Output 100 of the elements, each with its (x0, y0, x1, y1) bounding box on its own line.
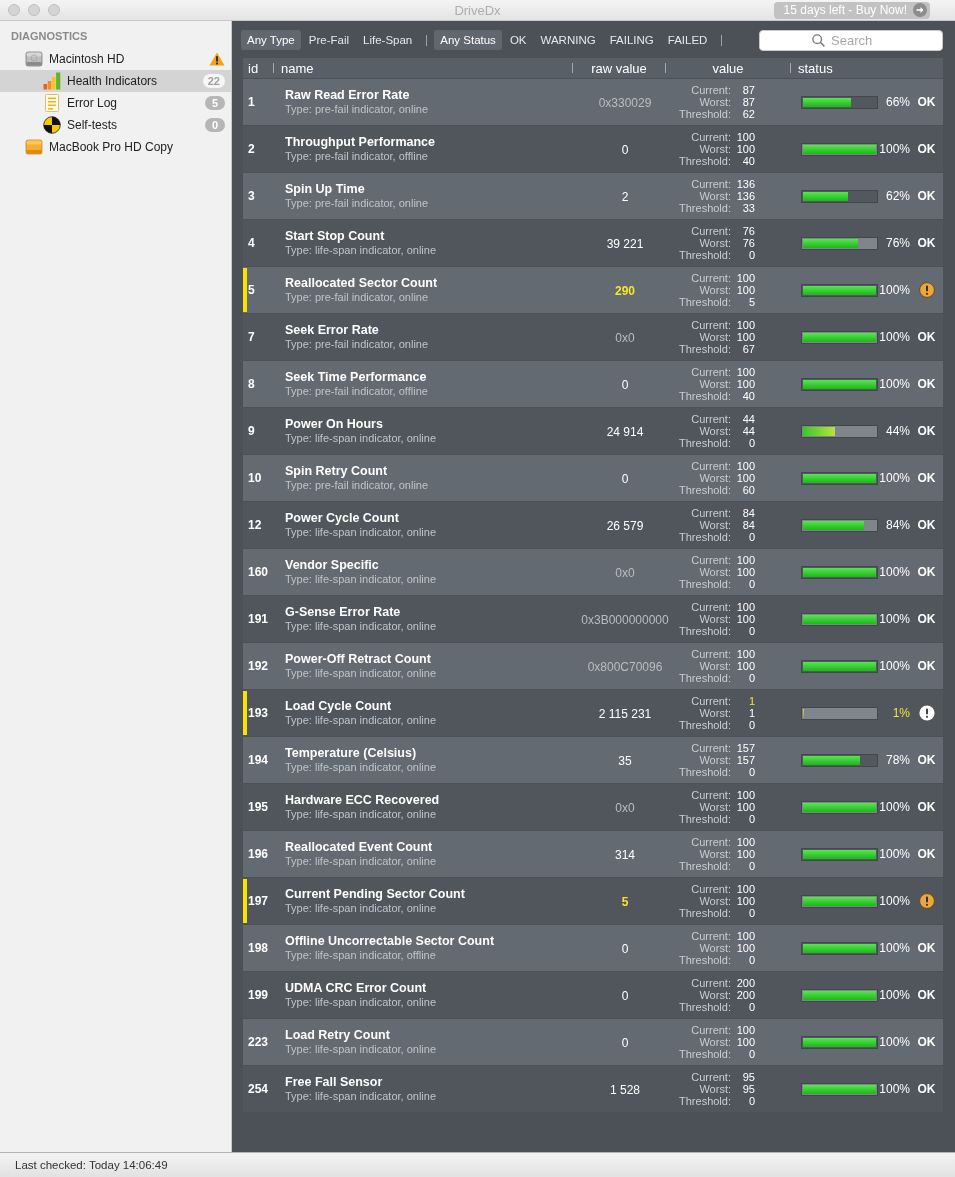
value-number: 200 (735, 989, 755, 1001)
raw-value: 314 (615, 848, 635, 862)
value-number: 100 (735, 331, 755, 343)
value-label: Current: (690, 1071, 731, 1083)
attribute-id: 8 (248, 377, 255, 391)
column-header[interactable]: id (243, 60, 273, 76)
table-row[interactable]: 223 Load Retry Count Type: life-span indicator, online 0 Current: 100 Worst: 100 Threshold: 0 100% OK (243, 1019, 943, 1065)
value-label: Worst: (698, 284, 731, 296)
filter-button[interactable]: Life-Span (357, 30, 419, 50)
value-number: 0 (747, 249, 755, 261)
value-label: Current: (690, 695, 731, 707)
value-label: Current: (690, 225, 731, 237)
attribute-type: Type: life-span indicator, online (285, 244, 438, 257)
attribute-name: Spin Retry Count (285, 464, 389, 479)
value-label: Current: (690, 178, 731, 190)
table-row[interactable]: 254 Free Fall Sensor Type: life-span indicator, online 1 528 Current: 95 Worst: 95 Threshold: 0 100% OK (243, 1066, 943, 1112)
table-row[interactable]: 197 Current Pending Sector Count Type: life-span indicator, online 5 Current: 100 Worst: 100 Threshold: 0 100% (243, 878, 943, 924)
column-header[interactable]: status (791, 60, 833, 76)
attribute-type: Type: life-span indicator, online (285, 1090, 438, 1103)
sidebar-item[interactable]: Macintosh HD (0, 48, 231, 70)
table-row[interactable]: 199 UDMA CRC Error Count Type: life-span indicator, online 0 Current: 200 Worst: 200 Threshold: 0 100% OK (243, 972, 943, 1018)
raw-value: 1 528 (610, 1083, 640, 1097)
search-field[interactable]: Search (759, 29, 943, 51)
status-label: OK (917, 95, 936, 109)
table-row[interactable]: 9 Power On Hours Type: life-span indicator, online 24 914 Current: 44 Worst: 44 Threshold: 0 44% OK (243, 408, 943, 454)
table-row[interactable]: 12 Power Cycle Count Type: life-span indicator, online 26 579 Current: 84 Worst: 84 Threshold: 0 84% OK (243, 502, 943, 548)
close-button[interactable] (8, 4, 20, 16)
filter-button[interactable]: OK (503, 30, 533, 50)
filter-button[interactable]: Any Status (434, 30, 502, 50)
attribute-id: 254 (248, 1082, 269, 1096)
value-number: 0 (747, 719, 755, 731)
value-label: Current: (690, 648, 731, 660)
value-label: Threshold: (678, 766, 731, 778)
value-number: 100 (735, 895, 755, 907)
table-row[interactable]: 7 Seek Error Rate Type: pre-fail indicator, online 0x0 Current: 100 Worst: 100 Threshold: 67 100% OK (243, 314, 943, 360)
value-label: Current: (690, 601, 731, 613)
value-number: 100 (735, 801, 755, 813)
status-label: OK (917, 1035, 936, 1049)
attribute-type: Type: life-span indicator, online (285, 902, 438, 915)
value-label: Threshold: (678, 390, 731, 402)
value-label: Current: (690, 836, 731, 848)
table-row[interactable]: 2 Throughput Performance Type: pre-fail indicator, offline 0 Current: 100 Worst: 100 Threshold: 40 100% OK (243, 126, 943, 172)
health-percent: 100% (878, 800, 910, 814)
table-row[interactable]: 196 Reallocated Event Count Type: life-span indicator, online 314 Current: 100 Worst: 100 Threshold: 0 100% OK (243, 831, 943, 877)
attribute-id: 199 (248, 988, 269, 1002)
column-header[interactable]: value (666, 60, 790, 76)
table-row[interactable]: 1 Raw Read Error Rate Type: pre-fail indicator, online 0x330029 Current: 87 Worst: 87 Threshold: 62 66% OK (243, 79, 943, 125)
attribute-id: 196 (248, 847, 269, 861)
filter-button[interactable]: Pre-Fail (302, 30, 355, 50)
status-label: OK (917, 847, 936, 861)
attribute-type: Type: life-span indicator, online (285, 1043, 438, 1056)
search-icon (812, 33, 825, 47)
table-row[interactable]: 160 Vendor Specific Type: life-span indicator, online 0x0 Current: 100 Worst: 100 Threshold: 0 100% OK (243, 549, 943, 595)
attribute-id: 5 (248, 283, 255, 297)
value-number: 67 (741, 343, 755, 355)
value-number: 0 (747, 813, 755, 825)
value-number: 0 (747, 1001, 755, 1013)
sidebar-item[interactable]: Error Log 5 (0, 92, 231, 114)
health-percent: 100% (878, 330, 910, 344)
column-header[interactable]: name (274, 60, 572, 76)
raw-value: 39 221 (606, 237, 644, 251)
filter-button[interactable]: FAILED (661, 30, 714, 50)
health-percent: 84% (884, 518, 910, 532)
attribute-type: Type: pre-fail indicator, offline (285, 385, 429, 398)
sidebar-item[interactable]: MacBook Pro HD Copy (0, 136, 231, 158)
raw-value: 0 (621, 989, 629, 1003)
filter-button[interactable]: FAILING (603, 30, 660, 50)
table-row[interactable]: 5 Reallocated Sector Count Type: pre-fail indicator, online 290 Current: 100 Worst: 100 Threshold: 5 100% (243, 267, 943, 313)
attribute-id: 12 (248, 518, 262, 532)
table-row[interactable]: 192 Power-Off Retract Count Type: life-span indicator, online 0x800C70096 Current: 100 Worst: 100 Threshold: 0 100% OK (243, 643, 943, 689)
table-row[interactable]: 3 Spin Up Time Type: pre-fail indicator, online 2 Current: 136 Worst: 136 Threshold: 33 62% OK (243, 173, 943, 219)
sidebar-item[interactable]: Health Indicators 22 (0, 70, 231, 92)
table-row[interactable]: 10 Spin Retry Count Type: pre-fail indicator, online 0 Current: 100 Worst: 100 Threshold: 60 100% OK (243, 455, 943, 501)
value-number: 100 (735, 789, 755, 801)
raw-value: 0x3B000000000 (581, 613, 669, 627)
last-checked-text: Last checked: Today 14:06:49 (15, 1159, 168, 1171)
attribute-name: Throughput Performance (285, 135, 436, 150)
table-row[interactable]: 4 Start Stop Count Type: life-span indicator, online 39 221 Current: 76 Worst: 76 Threshold: 0 76% OK (243, 220, 943, 266)
value-number: 60 (741, 484, 755, 496)
column-header[interactable]: raw value (573, 60, 665, 76)
table-row[interactable]: 198 Offline Uncorrectable Sector Count Type: life-span indicator, offline 0 Current: 100 Worst: 100 Threshold: 0 100% OK (243, 925, 943, 971)
status-label: OK (917, 236, 936, 250)
filter-button[interactable]: Any Type (241, 30, 301, 50)
minimize-button[interactable] (28, 4, 40, 16)
value-number: 95 (741, 1071, 755, 1083)
sidebar-item[interactable]: Self-tests 0 (0, 114, 231, 136)
raw-value: 0 (621, 1036, 629, 1050)
table-row[interactable]: 8 Seek Time Performance Type: pre-fail indicator, offline 0 Current: 100 Worst: 100 Threshold: 40 100% OK (243, 361, 943, 407)
value-number: 0 (747, 1048, 755, 1060)
value-label: Worst: (698, 472, 731, 484)
health-percent: 100% (878, 142, 910, 156)
value-number: 100 (735, 272, 755, 284)
table-row[interactable]: 195 Hardware ECC Recovered Type: life-span indicator, online 0x0 Current: 100 Worst: 100 Threshold: 0 100% OK (243, 784, 943, 830)
hard-drive-icon (25, 50, 43, 68)
filter-button[interactable]: WARNING (534, 30, 602, 50)
table-row[interactable]: 194 Temperature (Celsius) Type: life-span indicator, online 35 Current: 157 Worst: 157 Threshold: 0 78% OK (243, 737, 943, 783)
value-label: Worst: (698, 96, 731, 108)
table-row[interactable]: 191 G-Sense Error Rate Type: life-span indicator, online 0x3B000000000 Current: 100 Worst: 100 Threshold: 0 100% OK (243, 596, 943, 642)
zoom-button[interactable] (48, 4, 60, 16)
table-row[interactable]: 193 Load Cycle Count Type: life-span indicator, online 2 115 231 Current: 1 Worst: 1 Threshold: 0 1% (243, 690, 943, 736)
